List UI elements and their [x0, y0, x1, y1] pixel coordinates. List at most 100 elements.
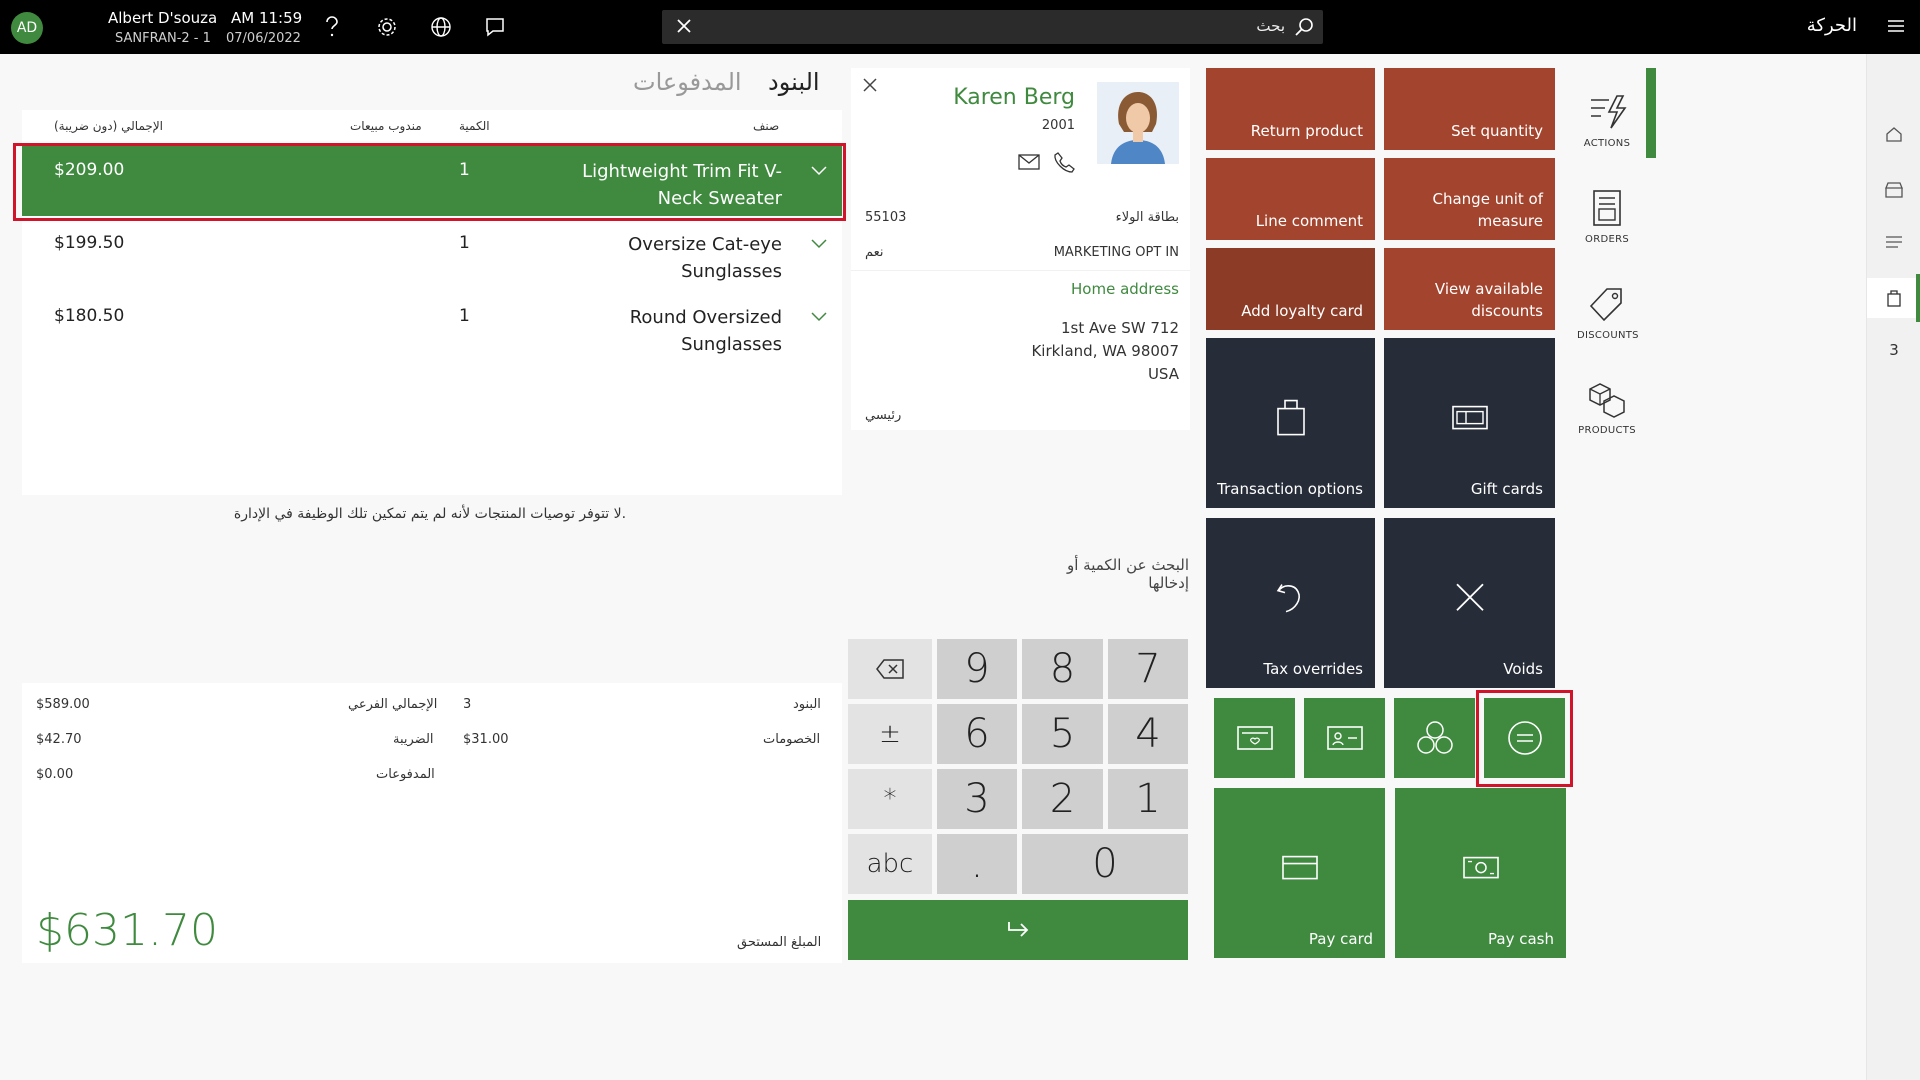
close-icon[interactable]	[861, 76, 879, 98]
line-comment-button[interactable]: Line comment	[1206, 158, 1375, 240]
discounts-label: الخصومات	[763, 732, 821, 747]
store-icon[interactable]	[1867, 170, 1920, 210]
loyalty-label: بطاقة الولاء	[1115, 210, 1179, 225]
tab-discounts[interactable]: DISCOUNTS	[1577, 284, 1639, 341]
tab-orders[interactable]: ORDERS	[1577, 188, 1637, 245]
tile-label: Line comment	[1255, 212, 1363, 230]
line-name: Oversize Cat-eye Sunglasses	[628, 234, 782, 282]
decimal-key[interactable]: .	[937, 834, 1017, 894]
key-5[interactable]: 5	[1022, 704, 1103, 764]
key-0[interactable]: 0	[1022, 834, 1188, 894]
right-rail: 3	[1866, 54, 1920, 1080]
search-input[interactable]: بحث	[1256, 17, 1285, 35]
cash-icon	[1461, 853, 1501, 887]
chevron-down-icon[interactable]	[810, 308, 828, 327]
divider	[851, 270, 1190, 271]
tile-label: Return product	[1250, 122, 1363, 140]
boxes-icon	[1589, 383, 1625, 418]
chat-icon[interactable]	[482, 14, 508, 40]
set-quantity-button[interactable]: Set quantity	[1384, 68, 1555, 150]
mail-icon[interactable]	[1018, 154, 1040, 174]
lines-label: البنود	[793, 697, 821, 712]
cart-count-value: 3	[1889, 341, 1899, 359]
change-unit-button[interactable]: Change unit of measure	[1384, 158, 1555, 240]
customer-photo	[1097, 82, 1179, 164]
key-1[interactable]: 1	[1108, 769, 1188, 829]
phone-icon[interactable]	[1053, 151, 1075, 177]
marketing-label: MARKETING OPT IN	[1053, 245, 1179, 260]
add-loyalty-card-button[interactable]: Add loyalty card	[1206, 248, 1375, 330]
help-icon[interactable]	[319, 14, 345, 40]
date: 07/06/2022	[226, 31, 301, 46]
card-icon	[1280, 853, 1320, 887]
address-line: Kirkland, WA 98007	[1031, 342, 1179, 360]
plus-minus-key[interactable]: ±	[848, 704, 932, 764]
return-product-button[interactable]: Return product	[1206, 68, 1375, 150]
voids-button[interactable]: Voids	[1384, 518, 1555, 688]
gift-card-icon	[1450, 403, 1490, 437]
payments-value: $0.00	[36, 767, 74, 782]
key-6[interactable]: 6	[937, 704, 1017, 764]
pay-card-button[interactable]: Pay card	[1214, 788, 1385, 958]
gift-cards-button[interactable]: Gift cards	[1384, 338, 1555, 508]
customer-name[interactable]: Karen Berg	[953, 85, 1075, 110]
loyalty-card-icon	[1236, 726, 1273, 750]
marketing-value: نعم	[865, 245, 884, 260]
multiply-key[interactable]: *	[848, 769, 932, 829]
backspace-key[interactable]	[848, 639, 932, 699]
settings-icon[interactable]	[374, 14, 400, 40]
bag-icon[interactable]	[1867, 274, 1920, 322]
key-8[interactable]: 8	[1022, 639, 1103, 699]
id-card-icon	[1326, 726, 1363, 750]
transaction-options-button[interactable]: Transaction options	[1206, 338, 1375, 508]
time: AM 11:59	[231, 9, 303, 27]
key-3[interactable]: 3	[937, 769, 1017, 829]
line-name: Round Oversized Sunglasses	[629, 307, 782, 355]
abc-key[interactable]: abc	[848, 834, 932, 894]
amount-due: $631.70	[36, 905, 218, 956]
search-icon[interactable]	[1293, 16, 1315, 42]
tab-label: PRODUCTS	[1578, 425, 1636, 436]
globe-icon[interactable]	[428, 14, 454, 40]
customer-id: 2001	[1041, 118, 1075, 133]
tile-label: Change unit of measure	[1432, 190, 1544, 230]
primary-label: رئيسي	[865, 408, 902, 423]
view-discounts-button[interactable]: View available discounts	[1384, 248, 1555, 330]
close-icon[interactable]	[674, 16, 694, 40]
hamburger-icon[interactable]	[1886, 16, 1906, 40]
key-9[interactable]: 9	[937, 639, 1017, 699]
lines-icon[interactable]	[1867, 222, 1920, 262]
avatar[interactable]: AD	[11, 12, 43, 44]
tab-items[interactable]: البنود	[768, 68, 820, 96]
tile-label: Set quantity	[1451, 122, 1543, 140]
table-row[interactable]: $199.50 1 Oversize Cat-eye Sunglasses	[22, 219, 842, 289]
tab-actions[interactable]: ACTIONS	[1577, 92, 1637, 149]
user-name: Albert D'souza	[108, 9, 218, 27]
currency-button[interactable]	[1394, 698, 1475, 778]
loyalty-value: 55103	[865, 210, 907, 225]
tab-payments[interactable]: المدفوعات	[633, 68, 742, 96]
tab-label: ORDERS	[1585, 234, 1629, 245]
tab-products[interactable]: PRODUCTS	[1577, 379, 1637, 436]
store-label: SANFRAN-2 - 1	[115, 31, 211, 46]
key-4[interactable]: 4	[1108, 704, 1188, 764]
search-bar[interactable]: بحث	[662, 10, 1323, 44]
key-7[interactable]: 7	[1108, 639, 1188, 699]
subtotal-value: $589.00	[36, 697, 90, 712]
home-icon[interactable]	[1867, 114, 1920, 154]
highlight-box	[1476, 690, 1573, 787]
tax-overrides-button[interactable]: Tax overrides	[1206, 518, 1375, 688]
line-qty: 1	[459, 233, 470, 253]
table-row[interactable]: $180.50 1 Round Oversized Sunglasses	[22, 292, 842, 362]
tab-label: DISCOUNTS	[1577, 330, 1639, 341]
chevron-down-icon[interactable]	[810, 235, 828, 254]
pay-cash-button[interactable]: Pay cash	[1395, 788, 1566, 958]
key-2[interactable]: 2	[1022, 769, 1103, 829]
enter-button[interactable]	[848, 900, 1188, 960]
quantity-input[interactable]: البحث عن الكمية أو إدخالها	[1025, 556, 1189, 592]
discounts-value: $31.00	[463, 732, 509, 747]
customer-account-button[interactable]	[1304, 698, 1385, 778]
tile-label: Gift cards	[1470, 480, 1543, 498]
tile-label: View available discounts	[1434, 280, 1543, 320]
loyalty-pay-button[interactable]	[1214, 698, 1295, 778]
